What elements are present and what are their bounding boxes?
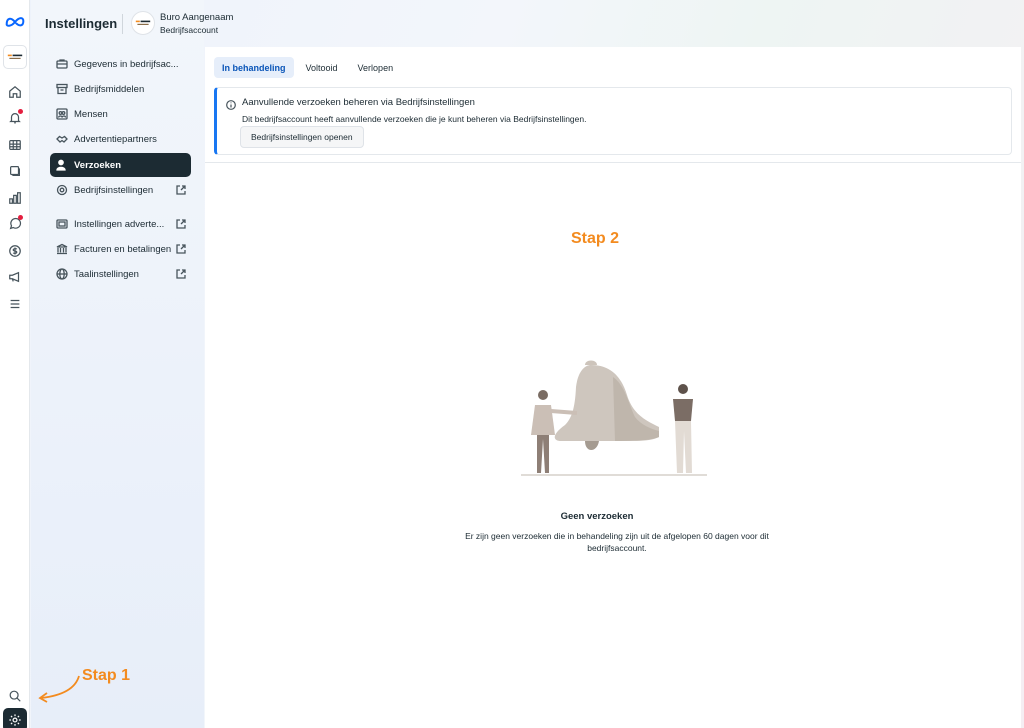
- main-panel: In behandeling Voltooid Verlopen Aanvull…: [205, 47, 1021, 728]
- external-link-icon: [176, 185, 186, 195]
- sidebar-item-label: Bedrijfsmiddelen: [74, 83, 145, 95]
- sidebar-item-ad-settings[interactable]: Instellingen adverte...: [50, 212, 191, 236]
- people-icon: [56, 108, 68, 120]
- megaphone-icon[interactable]: [3, 265, 27, 289]
- search-icon[interactable]: [3, 684, 27, 708]
- content-divider: [205, 162, 1021, 163]
- dollar-icon[interactable]: [3, 239, 27, 263]
- sidebar-item-label: Bedrijfsinstellingen: [74, 184, 154, 196]
- sidebar-item-requests[interactable]: Verzoeken: [50, 153, 191, 177]
- bank-icon: [56, 243, 68, 255]
- pages-icon[interactable]: [3, 159, 27, 183]
- sidebar-item-invoices[interactable]: Facturen en betalingen: [50, 237, 191, 261]
- sidebar-item-label: Mensen: [74, 108, 108, 120]
- external-link-icon: [176, 269, 186, 279]
- tab-expired[interactable]: Verlopen: [350, 57, 402, 78]
- icon-rail: [0, 0, 30, 728]
- request-tabs: In behandeling Voltooid Verlopen: [214, 57, 401, 78]
- sidebar-item-business-settings[interactable]: Bedrijfsinstellingen: [50, 178, 191, 202]
- info-description: Dit bedrijfsaccount heeft aanvullende ve…: [242, 114, 587, 124]
- header-divider: [122, 14, 123, 34]
- business-type: Bedrijfsaccount: [160, 25, 219, 35]
- tab-completed[interactable]: Voltooid: [298, 57, 346, 78]
- meta-logo-icon[interactable]: [3, 10, 27, 34]
- tab-pending[interactable]: In behandeling: [214, 57, 294, 78]
- settings-sidebar: Instellingen Buro Aangenaam Bedrijfsacco…: [31, 0, 233, 728]
- sidebar-item-label: Advertentiepartners: [74, 133, 157, 145]
- external-link-icon: [176, 219, 186, 229]
- step1-annotation: Stap 1: [82, 667, 131, 684]
- step1-arrow: [38, 675, 80, 703]
- globe-icon: [56, 268, 68, 280]
- info-banner: Aanvullende verzoeken beheren via Bedrij…: [214, 87, 1012, 155]
- sidebar-item-business-assets[interactable]: Bedrijfsmiddelen: [50, 77, 191, 101]
- business-avatar[interactable]: [131, 11, 155, 35]
- sidebar-item-label: Verzoeken: [74, 159, 121, 171]
- step2-annotation: Stap 2: [571, 230, 620, 247]
- sidebar-item-people[interactable]: Mensen: [50, 102, 191, 126]
- notification-badge: [18, 215, 23, 220]
- sidebar-item-label: Taalinstellingen: [74, 268, 139, 280]
- bell-icon[interactable]: [3, 106, 27, 130]
- notification-badge: [18, 109, 23, 114]
- home-icon[interactable]: [3, 80, 27, 104]
- briefcase-icon: [56, 58, 68, 70]
- empty-state-description: Er zijn geen verzoeken die in behandelin…: [465, 531, 769, 553]
- sidebar-item-label: Instellingen adverte...: [74, 218, 165, 230]
- business-name[interactable]: Buro Aangenaam: [160, 12, 233, 23]
- info-title: Aanvullende verzoeken beheren via Bedrij…: [242, 97, 475, 108]
- empty-state-title: Geen verzoeken: [560, 511, 634, 522]
- open-business-settings-button[interactable]: Bedrijfsinstellingen openen: [240, 126, 364, 148]
- sidebar-item-label: Gegevens in bedrijfsac...: [74, 58, 179, 70]
- sidebar-item-label: Facturen en betalingen: [74, 243, 172, 255]
- archive-icon: [56, 83, 68, 95]
- empty-state-illustration: [521, 360, 707, 476]
- chat-icon[interactable]: [3, 212, 27, 236]
- handshake-icon: [56, 133, 68, 145]
- gear-icon: [56, 184, 68, 196]
- sidebar-item-business-info[interactable]: Gegevens in bedrijfsac...: [50, 52, 191, 76]
- table-icon[interactable]: [3, 133, 27, 157]
- sidebar-item-language[interactable]: Taalinstellingen: [50, 262, 191, 286]
- chart-icon[interactable]: [3, 186, 27, 210]
- external-link-icon: [176, 244, 186, 254]
- ad-settings-icon: [56, 218, 68, 230]
- info-icon: [226, 97, 236, 110]
- person-add-icon: [56, 159, 68, 171]
- menu-icon[interactable]: [3, 292, 27, 316]
- business-logo-icon[interactable]: [3, 45, 27, 69]
- gear-icon[interactable]: [3, 708, 27, 728]
- page-title: Instellingen: [45, 16, 118, 31]
- sidebar-item-ad-partners[interactable]: Advertentiepartners: [50, 127, 191, 151]
